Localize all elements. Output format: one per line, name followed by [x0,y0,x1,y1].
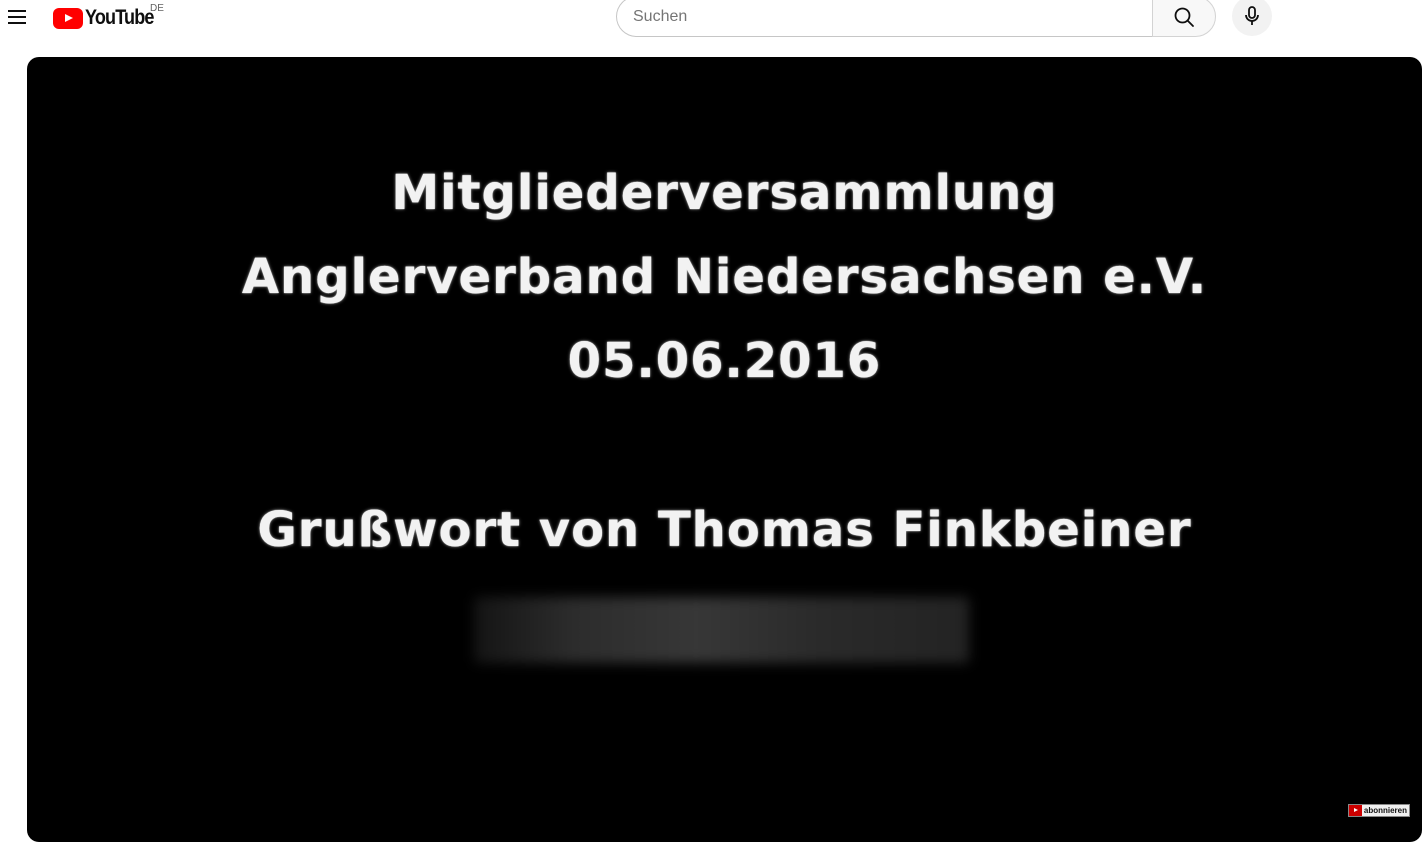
voice-search-button[interactable] [1232,0,1272,36]
search-input[interactable] [633,7,1153,26]
logo-text: YouTube [85,6,154,29]
youtube-logo[interactable]: YouTube [53,6,165,30]
slide-date: 05.06.2016 [567,333,882,389]
search-icon [1174,7,1194,27]
youtube-logo-icon [53,7,83,29]
youtube-play-icon [1348,805,1362,816]
search-box [616,0,1153,37]
video-player[interactable]: Mitgliederversammlung Anglerverband Nied… [27,57,1422,842]
subscribe-label: abonnieren [1363,806,1407,815]
search-button[interactable] [1152,0,1216,37]
blurred-text-area [474,597,969,663]
masthead: YouTube DE [0,0,1425,56]
slide-title-line-2: Anglerverband Niedersachsen e.V. [241,249,1208,305]
slide-title-line-1: Mitgliederversammlung [391,165,1058,221]
country-code: DE [150,3,164,14]
subscribe-watermark[interactable]: abonnieren [1347,804,1410,817]
menu-icon[interactable] [4,4,30,30]
microphone-icon [1245,6,1259,25]
slide-subtitle: Grußwort von Thomas Finkbeiner [257,502,1192,558]
